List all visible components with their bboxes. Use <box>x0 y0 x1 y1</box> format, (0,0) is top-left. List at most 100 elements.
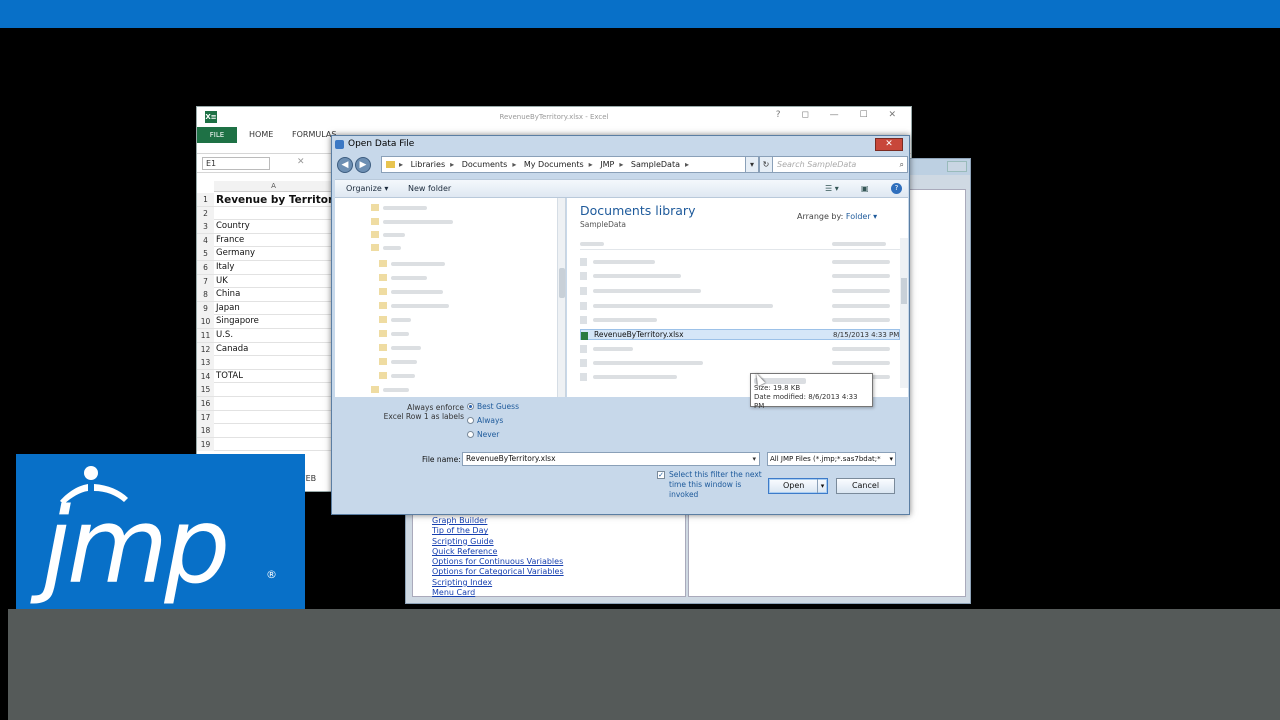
file-name-input[interactable]: RevenueByTerritory.xlsx ▾ <box>462 452 760 466</box>
arrange-by-dropdown[interactable]: Folder ▾ <box>846 212 877 221</box>
file-row[interactable] <box>580 343 900 354</box>
view-options-icon[interactable]: ☰ ▾ <box>825 184 839 193</box>
cell-value[interactable]: UK <box>216 275 228 288</box>
jmp-help-link[interactable]: Graph Builder <box>432 516 564 526</box>
spreadsheet-row[interactable]: 17 <box>197 410 333 425</box>
row-number[interactable]: 13 <box>197 356 214 370</box>
spreadsheet-row[interactable]: 8 China <box>197 288 333 302</box>
file-row[interactable] <box>580 256 900 267</box>
radio-never[interactable]: Never <box>467 430 499 440</box>
checkbox-checked-icon[interactable]: ✓ <box>657 471 665 479</box>
row-number[interactable]: 7 <box>197 274 214 288</box>
spreadsheet-row[interactable]: 3 Country <box>197 220 333 234</box>
cell-value[interactable]: Italy <box>216 261 234 274</box>
address-dropdown-icon[interactable]: ▾ <box>745 156 759 173</box>
breadcrumb-jmp[interactable]: JMP <box>600 160 614 169</box>
radio-best-guess[interactable]: Best Guess <box>467 402 519 412</box>
spreadsheet-row[interactable]: 5 Germany <box>197 247 333 261</box>
breadcrumb-documents[interactable]: Documents <box>462 160 508 169</box>
chevron-down-icon[interactable]: ▾ <box>752 453 756 465</box>
back-arrow-icon[interactable]: ◀ <box>337 157 353 173</box>
radio-always[interactable]: Always <box>467 416 503 426</box>
row-number[interactable]: 12 <box>197 342 214 356</box>
cell-value[interactable]: Canada <box>216 343 248 356</box>
navigation-pane[interactable] <box>335 198 566 397</box>
jmp-help-link[interactable]: Scripting Index <box>432 578 564 588</box>
breadcrumb-my-documents[interactable]: My Documents <box>524 160 584 169</box>
jmp-help-link[interactable]: Tip of the Day <box>432 526 564 536</box>
jmp-help-link[interactable]: Scripting Guide <box>432 537 564 547</box>
cell-value[interactable]: Singapore <box>216 315 259 328</box>
spreadsheet-row[interactable]: 10 Singapore <box>197 315 333 329</box>
row-number[interactable]: 3 <box>197 220 214 234</box>
file-row[interactable] <box>580 270 900 281</box>
address-bar[interactable]: ▸ Libraries ▸ Documents ▸ My Documents ▸ JM… <box>381 156 761 173</box>
file-row[interactable] <box>580 300 900 311</box>
jmp-help-link[interactable]: Quick Reference <box>432 547 564 557</box>
spreadsheet-row[interactable]: 9 Japan <box>197 301 333 316</box>
file-row[interactable] <box>580 285 900 296</box>
row-number[interactable]: 9 <box>197 301 214 315</box>
ribbon-tab-formulas[interactable]: FORMULAS <box>292 130 336 139</box>
row-number[interactable]: 10 <box>197 315 214 329</box>
cell-value[interactable]: U.S. <box>216 329 233 342</box>
jmp-help-link[interactable]: Options for Continuous Variables <box>432 557 564 567</box>
cancel-button[interactable]: Cancel <box>836 478 895 494</box>
search-input[interactable]: Search SampleData ⌕ <box>772 156 908 173</box>
file-type-filter[interactable]: All JMP Files (*.jmp;*.sas7bdat;* ▾ <box>767 452 896 466</box>
spreadsheet-grid[interactable]: A 1 Revenue by Territory 2 3 Country 4 France 5… <box>197 181 340 493</box>
ribbon-tab-file[interactable]: FILE <box>197 127 237 143</box>
formula-cancel-icon[interactable]: ✕ <box>297 157 305 167</box>
file-list-scrollbar[interactable] <box>900 238 908 388</box>
spreadsheet-row[interactable]: 7 UK <box>197 274 333 289</box>
organize-button[interactable]: Organize ▾ <box>346 184 388 193</box>
row-number[interactable]: 17 <box>197 410 214 424</box>
row-number[interactable]: 8 <box>197 288 214 302</box>
column-header-a[interactable]: A <box>214 181 333 192</box>
spreadsheet-row[interactable]: 12 Canada <box>197 342 333 357</box>
spreadsheet-row[interactable]: 2 <box>197 206 333 221</box>
spreadsheet-row[interactable]: 18 <box>197 424 333 438</box>
open-options-chevron-icon[interactable]: ▾ <box>817 479 827 493</box>
ribbon-tab-home[interactable]: HOME <box>249 130 273 139</box>
row-number[interactable]: 11 <box>197 329 214 342</box>
cell-value[interactable]: China <box>216 288 240 301</box>
file-list-column-headers[interactable] <box>580 238 900 250</box>
spreadsheet-row[interactable]: 1 Revenue by Territory <box>197 193 340 207</box>
chevron-down-icon[interactable]: ▾ <box>889 453 893 465</box>
row-number[interactable]: 18 <box>197 424 214 438</box>
spreadsheet-row[interactable]: 13 <box>197 356 333 370</box>
breadcrumb-sampledata[interactable]: SampleData <box>631 160 680 169</box>
cell-value[interactable]: France <box>216 234 244 247</box>
spreadsheet-row[interactable]: 15 <box>197 383 333 397</box>
spreadsheet-row[interactable]: 6 Italy <box>197 261 333 275</box>
row-number[interactable]: 2 <box>197 206 214 220</box>
file-row[interactable] <box>580 357 900 368</box>
row-number[interactable]: 5 <box>197 247 214 261</box>
jmp-help-link[interactable]: Menu Card <box>432 588 564 598</box>
jmp-home-close-button[interactable] <box>947 161 967 172</box>
file-list-pane[interactable]: Documents library SampleData Arrange by:… <box>567 198 908 397</box>
new-folder-button[interactable]: New folder <box>408 184 451 193</box>
spreadsheet-row[interactable]: 11 U.S. <box>197 329 333 343</box>
row-number[interactable]: 6 <box>197 261 214 274</box>
excel-window-buttons[interactable]: ? ◻ — ☐ ✕ <box>776 110 905 120</box>
row-number[interactable]: 19 <box>197 437 214 451</box>
row-number[interactable]: 16 <box>197 397 214 410</box>
open-button[interactable]: Open ▾ <box>768 478 828 494</box>
preview-pane-icon[interactable]: ▣ <box>861 184 869 193</box>
name-box[interactable]: E1 <box>202 157 270 170</box>
help-icon[interactable]: ? <box>891 183 902 194</box>
spreadsheet-row[interactable]: 19 <box>197 437 333 452</box>
file-row-selected[interactable]: RevenueByTerritory.xlsx 8/15/2013 4:33 P… <box>580 329 900 340</box>
row-number[interactable]: 4 <box>197 233 214 247</box>
cell-value[interactable]: Japan <box>216 302 240 315</box>
cell-value[interactable]: Germany <box>216 247 255 260</box>
jmp-help-link[interactable]: Options for Categorical Variables <box>432 567 564 577</box>
cell-value[interactable]: TOTAL <box>216 370 243 383</box>
row-number[interactable]: 1 <box>197 193 214 206</box>
forward-arrow-icon[interactable]: ▶ <box>355 157 371 173</box>
nav-pane-scrollbar[interactable] <box>557 198 565 397</box>
file-row[interactable] <box>580 314 900 325</box>
row-number[interactable]: 15 <box>197 383 214 397</box>
